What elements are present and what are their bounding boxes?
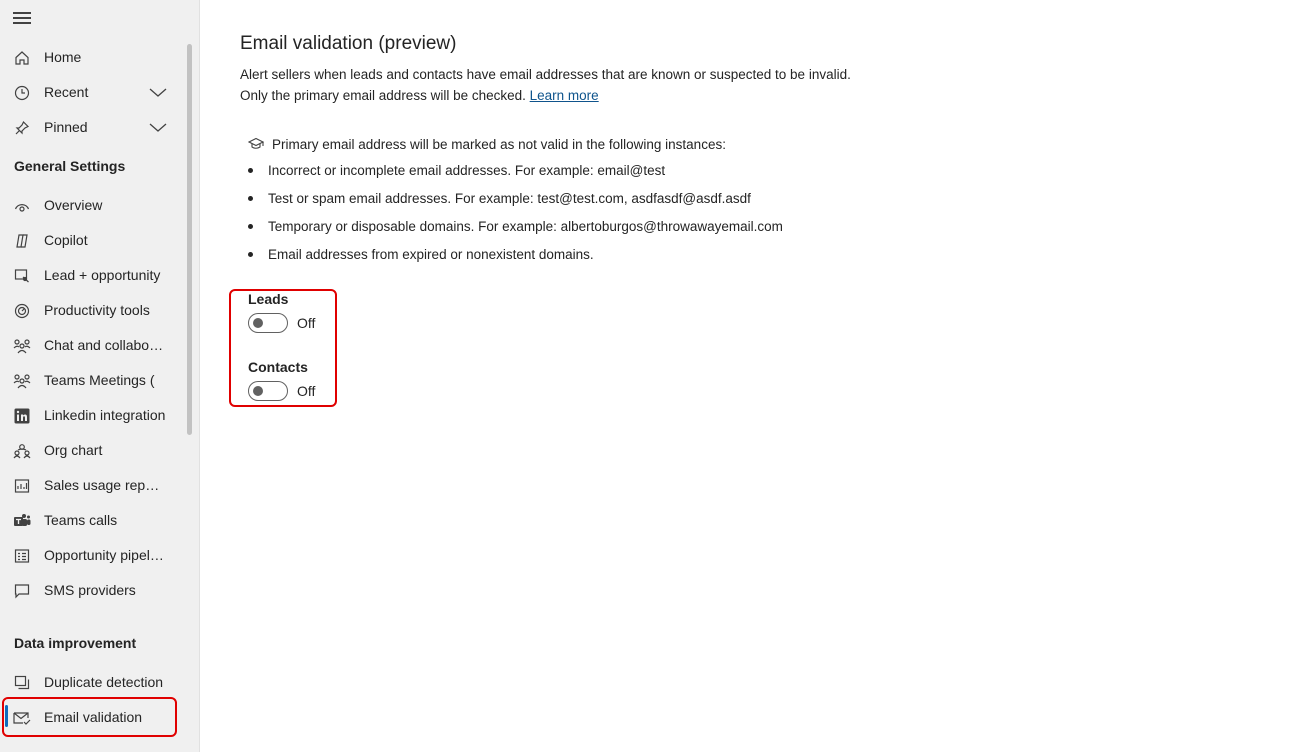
people-icon [13,372,31,390]
hamburger-menu-icon[interactable] [13,12,31,26]
nav-item-sms-providers[interactable]: SMS providers [0,573,186,608]
nav-item-linkedin-integration[interactable]: Linkedin integration [0,398,186,433]
chevron-down-icon[interactable] [148,85,168,99]
highlight-box [2,697,177,737]
gauge-icon [13,302,31,320]
chevron-down-icon[interactable] [148,120,168,134]
report-icon [13,477,31,495]
people-icon [13,337,31,355]
bullet-item: Temporary or disposable domains. For exa… [248,219,783,234]
bullet-text: Incorrect or incomplete email addresses.… [268,163,666,178]
sidebar-scrollbar[interactable] [187,44,192,435]
nav-label: Linkedin integration [44,407,166,423]
nav-item-chat-collaboration[interactable]: Chat and collaboration [0,328,186,363]
nav-label: Teams calls [44,512,118,528]
nav-item-lead-opportunity[interactable]: Lead + opportunity [0,258,186,293]
nav-item-teams-meetings[interactable]: Teams Meetings ( [0,363,186,398]
lead-icon [13,267,31,285]
description-text: Only the primary email address will be c… [240,88,526,103]
section-header-general-settings: General Settings [14,158,126,174]
nav-label: Home [44,49,82,65]
nav-item-opportunity-pipeline[interactable]: Opportunity pipeline [0,538,186,573]
linkedin-icon [13,407,31,425]
nav-label: Overview [44,197,103,213]
pin-icon [13,119,31,137]
nav-label: Copilot [44,232,88,248]
learn-more-link[interactable]: Learn more [530,88,599,103]
bullet-dot [248,224,253,229]
copilot-icon [13,232,31,250]
bullet-dot [248,196,253,201]
overview-icon [13,197,31,215]
duplicate-icon [13,674,31,692]
nav-item-overview[interactable]: Overview [0,188,186,223]
home-icon [13,49,31,67]
page-title: Email validation (preview) [240,33,457,54]
section-header-data-improvement: Data improvement [14,635,137,651]
highlight-box [229,289,337,407]
bullet-item: Email addresses from expired or nonexist… [248,247,594,262]
info-text: Primary email address will be marked as … [272,136,726,152]
bullet-item: Test or spam email addresses. For exampl… [248,191,751,206]
nav-label: Lead + opportunity [44,267,161,283]
nav-item-duplicate-detection[interactable]: Duplicate detection [0,665,186,700]
chat-bubble-icon [13,582,31,600]
bullet-dot [248,168,253,173]
teams-icon [13,512,31,530]
nav-item-sales-usage-reports[interactable]: Sales usage reports [0,468,186,503]
nav-label: SMS providers [44,582,136,598]
sidebar: Home Recent Pinned General Settings Over… [0,0,200,752]
description-line-1: Alert sellers when leads and contacts ha… [240,67,851,82]
nav-label: Chat and collaboration [44,337,166,353]
description-line-2: Only the primary email address will be c… [240,88,599,103]
nav-label: Teams Meetings ( [44,372,155,388]
pipeline-icon [13,547,31,565]
bullet-dot [248,252,253,257]
bullet-text: Email addresses from expired or nonexist… [268,247,594,262]
nav-label: Sales usage reports [44,477,166,493]
nav-item-copilot[interactable]: Copilot [0,223,186,258]
nav-item-teams-calls[interactable]: Teams calls [0,503,186,538]
nav-item-pinned[interactable]: Pinned [0,110,186,145]
clock-icon [13,84,31,102]
nav-label: Duplicate detection [44,674,164,690]
nav-item-recent[interactable]: Recent [0,75,186,110]
nav-label: Org chart [44,442,103,458]
org-chart-icon [13,442,31,460]
nav-item-org-chart[interactable]: Org chart [0,433,186,468]
nav-item-productivity-tools[interactable]: Productivity tools [0,293,186,328]
nav-item-home[interactable]: Home [0,40,186,75]
nav-label: Opportunity pipeline [44,547,166,563]
bullet-text: Temporary or disposable domains. For exa… [268,219,783,234]
bullet-text: Test or spam email addresses. For exampl… [268,191,751,206]
info-line: Primary email address will be marked as … [248,136,726,152]
graduation-cap-icon [248,137,264,149]
nav-label: Productivity tools [44,302,150,318]
bullet-item: Incorrect or incomplete email addresses.… [248,163,665,178]
